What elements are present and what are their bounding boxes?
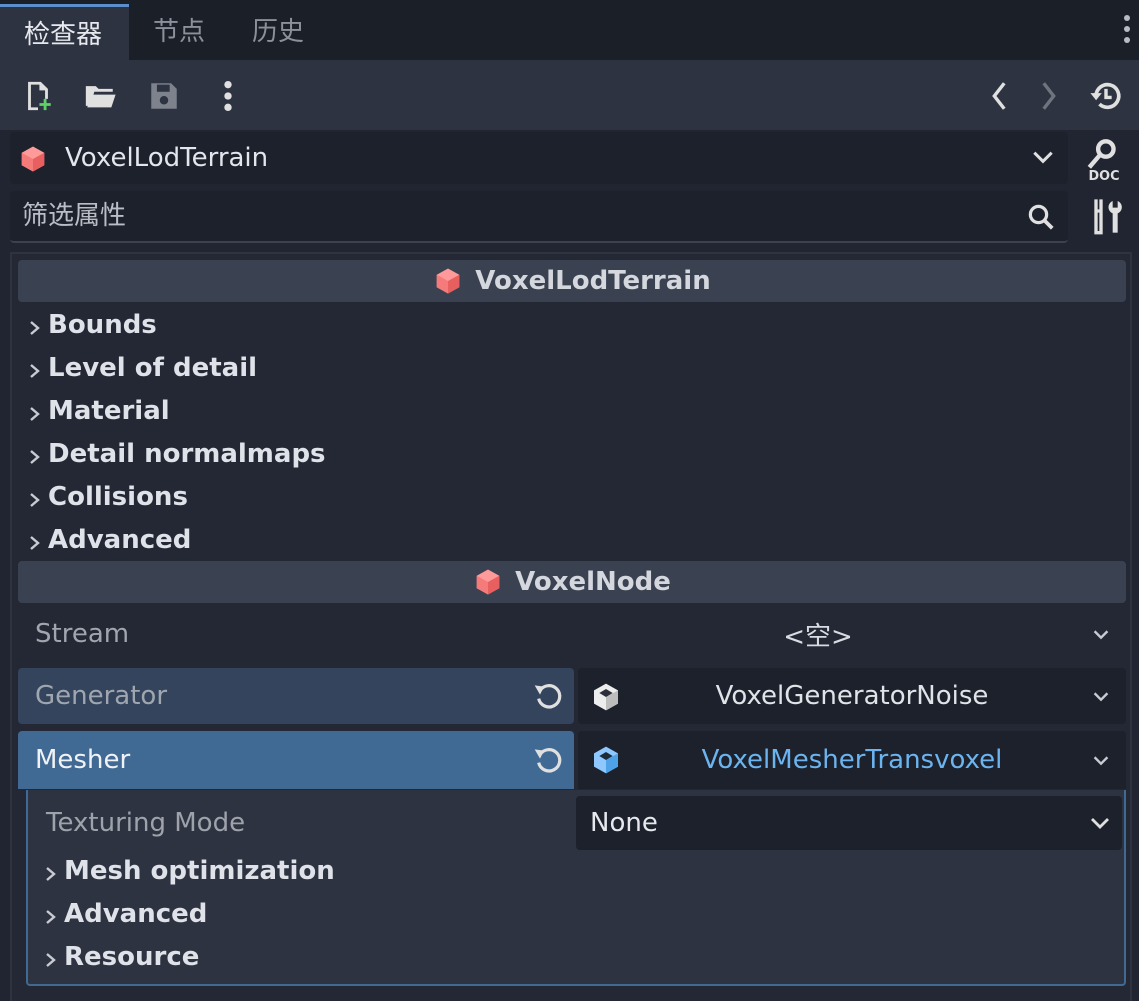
tab-history[interactable]: 历史: [228, 4, 328, 60]
section-header-voxel-node: VoxelNode: [18, 561, 1126, 603]
chevron-right-icon: [44, 904, 58, 924]
dock-menu-icon[interactable]: [1119, 12, 1135, 48]
tab-node[interactable]: 节点: [129, 4, 229, 60]
history-forward-button[interactable]: [1028, 76, 1068, 116]
chevron-right-icon: [1042, 82, 1056, 110]
generator-resource-picker[interactable]: VoxelGeneratorNoise: [578, 668, 1126, 724]
save-resource-button[interactable]: [144, 76, 184, 116]
group-bounds[interactable]: Bounds: [28, 304, 157, 346]
new-file-icon: [28, 81, 51, 111]
property-mesher: Mesher VoxelMesherTransvoxel: [18, 731, 1126, 789]
group-label: Detail normalmaps: [48, 439, 326, 469]
property-label: Mesher: [18, 731, 574, 789]
texturing-mode-value: None: [590, 808, 658, 838]
group-detail-normalmaps[interactable]: Detail normalmaps: [28, 433, 326, 475]
history-icon: [1090, 82, 1121, 110]
chevron-down-icon[interactable]: [1090, 685, 1112, 707]
folder-icon: [85, 86, 116, 108]
property-label: Texturing Mode: [46, 808, 246, 838]
resource-cube-icon: [594, 746, 618, 774]
chevron-left-icon: [992, 82, 1006, 110]
voxel-node-cube-icon: [476, 569, 500, 595]
tools-icon: [1094, 199, 1122, 235]
group-label: Advanced: [64, 899, 208, 929]
chevron-right-icon: [28, 530, 42, 550]
stream-value[interactable]: <空>: [578, 610, 1058, 658]
chevron-right-icon: [44, 947, 58, 967]
group-label: Collisions: [48, 482, 188, 512]
chevron-right-icon: [28, 487, 42, 507]
group-resource[interactable]: Resource: [44, 936, 199, 978]
property-label: Generator: [18, 668, 574, 724]
property-generator: Generator VoxelGeneratorNoise: [18, 668, 1126, 724]
voxel-node-cube-icon: [21, 146, 45, 172]
section-title: VoxelLodTerrain: [475, 266, 711, 296]
group-label: Advanced: [48, 525, 192, 555]
section-title: VoxelNode: [515, 567, 671, 597]
group-advanced[interactable]: Advanced: [28, 519, 191, 561]
group-collisions[interactable]: Collisions: [28, 476, 188, 518]
property-label: Stream: [35, 619, 130, 649]
dock-tab-bar: 检查器 节点 历史: [0, 0, 1139, 60]
open-resource-button[interactable]: [80, 76, 120, 116]
filter-properties-input[interactable]: [10, 191, 1068, 241]
tab-inspector[interactable]: 检查器: [0, 4, 129, 60]
group-level-of-detail[interactable]: Level of detail: [28, 347, 257, 389]
resource-cube-icon: [594, 683, 618, 711]
generator-value: VoxelGeneratorNoise: [715, 681, 989, 711]
group-material[interactable]: Material: [28, 390, 170, 432]
group-label: Bounds: [48, 310, 157, 340]
inspector-panel: VoxelLodTerrain Bounds Level of detail M…: [10, 252, 1132, 1001]
chevron-down-icon[interactable]: [1090, 623, 1112, 645]
object-name: VoxelLodTerrain: [65, 143, 269, 173]
recent-history-button[interactable]: [1086, 76, 1126, 116]
chevron-right-icon: [28, 444, 42, 464]
chevron-down-icon: [1091, 818, 1109, 829]
voxel-node-cube-icon: [437, 268, 460, 294]
object-selector[interactable]: VoxelLodTerrain: [10, 132, 1068, 184]
open-documentation-button[interactable]: DOC: [1082, 138, 1126, 184]
texturing-mode-dropdown[interactable]: None: [576, 796, 1122, 850]
svg-text:DOC: DOC: [1089, 169, 1120, 182]
chevron-down-icon[interactable]: [1090, 749, 1112, 771]
more-options-button[interactable]: [208, 76, 248, 116]
inspector-tools-button[interactable]: [1086, 196, 1126, 236]
search-icon: [1028, 204, 1054, 230]
reset-icon[interactable]: [532, 680, 564, 712]
chevron-right-icon: [28, 315, 42, 335]
inspector-toolbar: [0, 60, 1139, 130]
chevron-right-icon: [28, 358, 42, 378]
section-header-voxel-lod-terrain: VoxelLodTerrain: [18, 260, 1126, 302]
history-back-button[interactable]: [980, 76, 1020, 116]
doc-help-icon: DOC: [1087, 139, 1120, 184]
group-label: Material: [48, 396, 170, 426]
property-filter: [10, 191, 1068, 243]
chevron-right-icon: [28, 401, 42, 421]
mesher-sub-inspector: Texturing Mode None Mesh optimization Ad…: [26, 790, 1126, 986]
mesher-value: VoxelMesherTransvoxel: [701, 745, 1003, 775]
mesher-resource-picker[interactable]: VoxelMesherTransvoxel: [578, 731, 1126, 789]
group-label: Mesh optimization: [64, 856, 335, 886]
group-advanced[interactable]: Advanced: [44, 893, 207, 935]
reset-icon[interactable]: [532, 744, 564, 776]
save-icon: [151, 83, 177, 109]
group-label: Level of detail: [48, 353, 258, 383]
chevron-right-icon: [44, 861, 58, 881]
group-label: Resource: [64, 942, 200, 972]
group-mesh-optimization[interactable]: Mesh optimization: [44, 850, 335, 892]
new-resource-button[interactable]: [18, 76, 58, 116]
property-stream: Stream <空>: [18, 610, 1126, 658]
chevron-down-icon: [1033, 151, 1053, 164]
vertical-dots-icon: [224, 80, 232, 112]
